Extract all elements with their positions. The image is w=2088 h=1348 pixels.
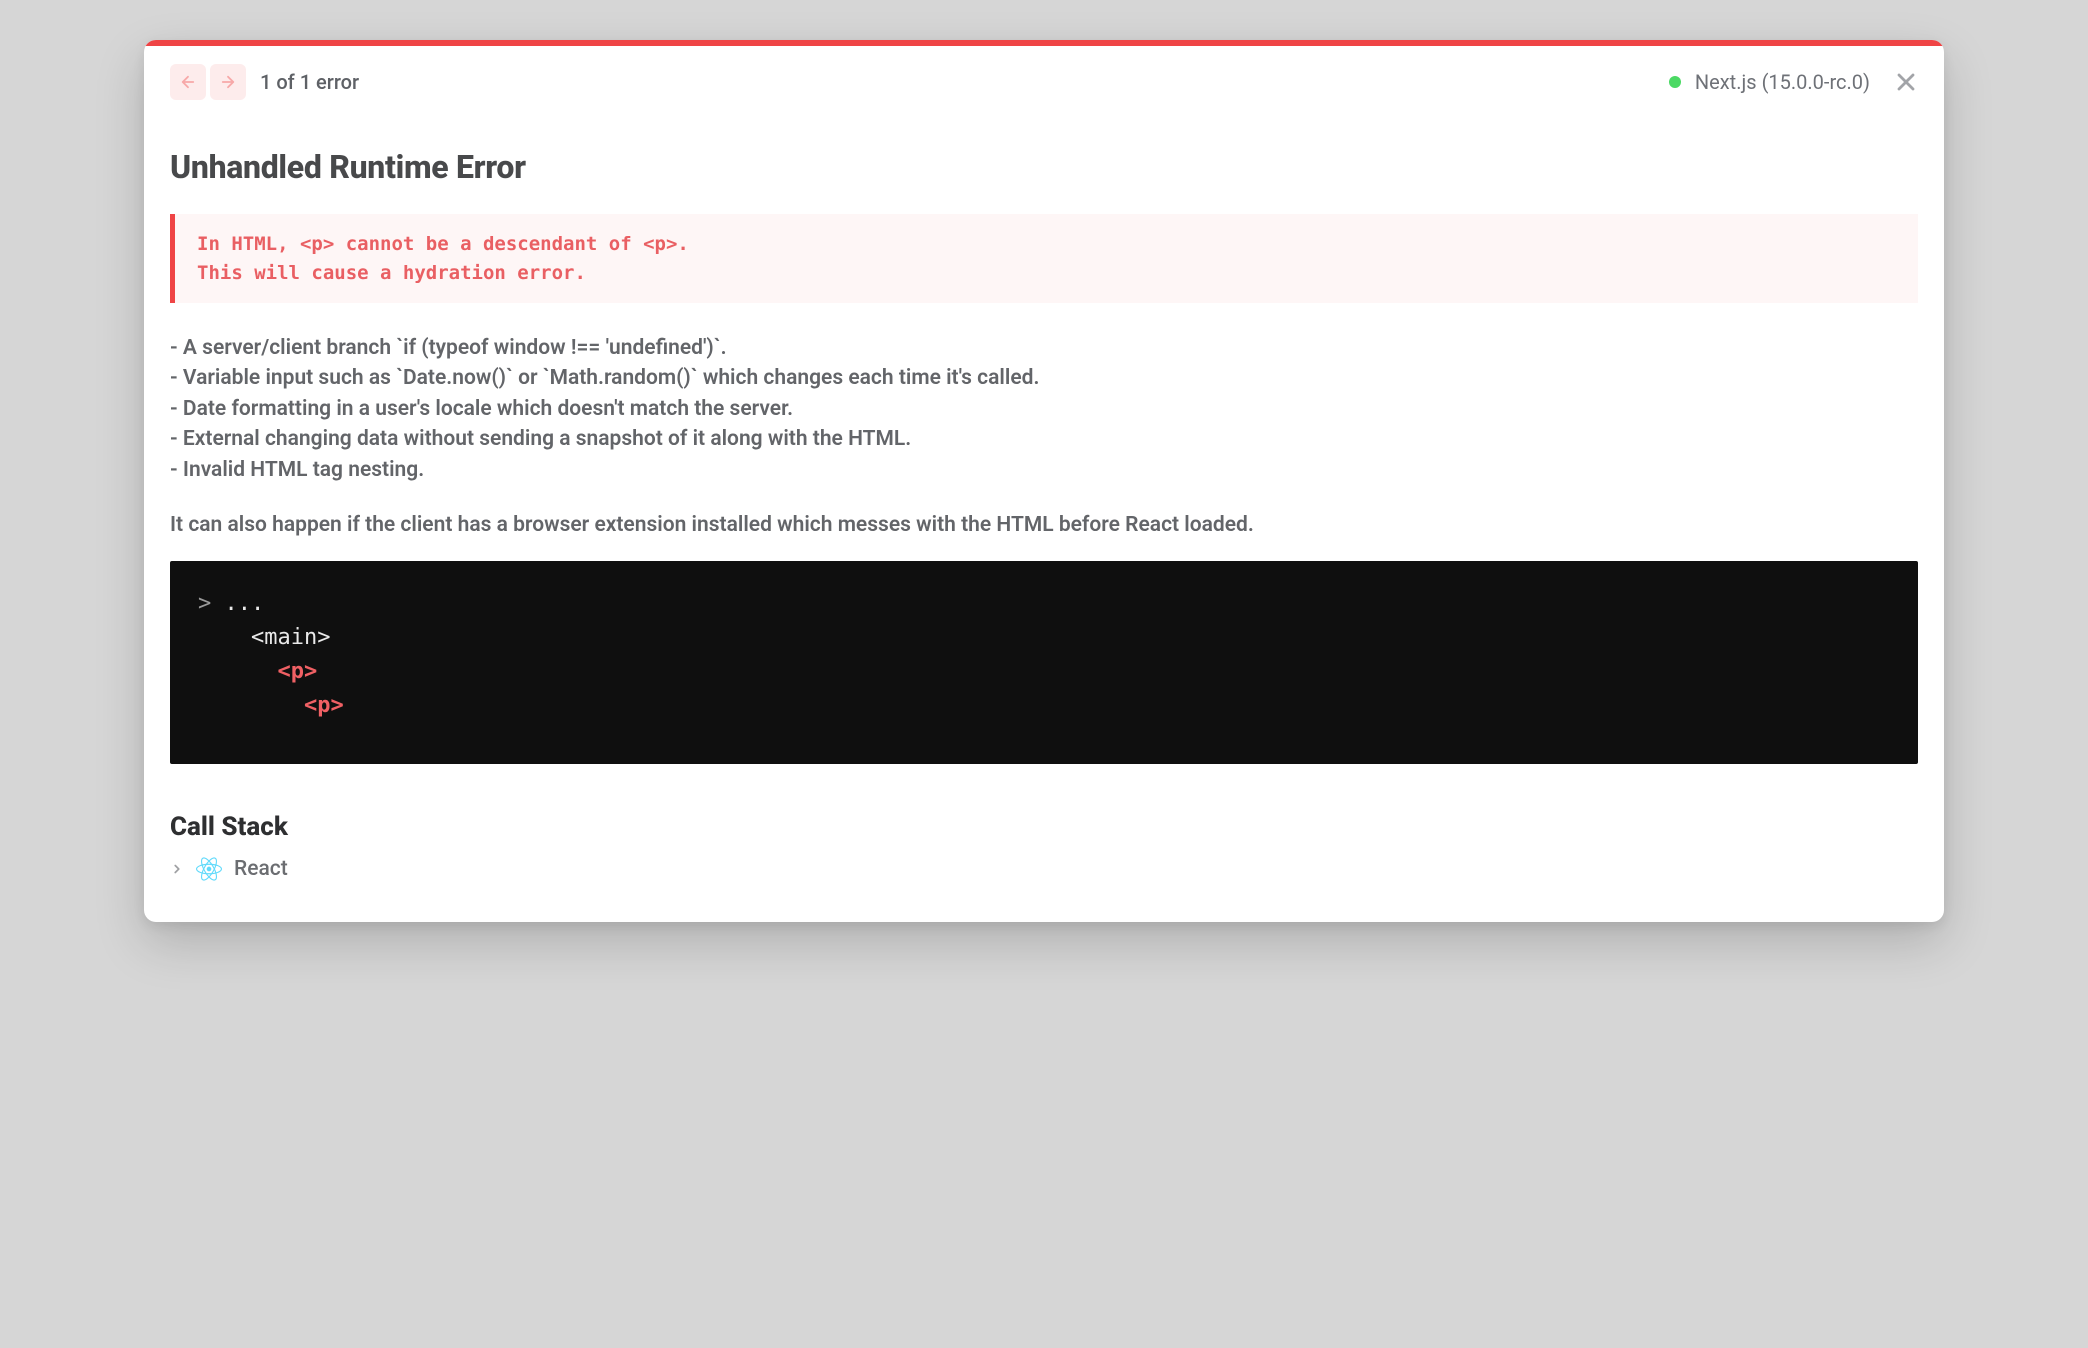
code-ellipsis: ... (225, 591, 265, 616)
prev-error-button[interactable] (170, 64, 206, 100)
chevron-right-icon (170, 862, 184, 876)
code-marker: > (198, 591, 225, 616)
status-dot-icon (1669, 76, 1681, 88)
error-title: Unhandled Runtime Error (170, 148, 1918, 186)
cause-item: - External changing data without sending… (170, 424, 1918, 454)
cause-item: - Variable input such as `Date.now()` or… (170, 363, 1918, 393)
close-button[interactable] (1894, 70, 1918, 94)
overlay-content: Unhandled Runtime Error In HTML, <p> can… (144, 100, 1944, 922)
error-overlay: 1 of 1 error Next.js (15.0.0-rc.0) Unhan… (144, 40, 1944, 922)
code-tag-p-outer: <p> (277, 659, 317, 684)
error-message-box: In HTML, <p> cannot be a descendant of <… (170, 214, 1918, 303)
cause-item: - A server/client branch `if (typeof win… (170, 333, 1918, 363)
close-icon (1894, 70, 1918, 94)
react-icon (196, 856, 222, 882)
call-stack-title: Call Stack (170, 812, 1918, 842)
cause-item: - Date formatting in a user's locale whi… (170, 394, 1918, 424)
framework-version-label: Next.js (15.0.0-rc.0) (1695, 70, 1870, 94)
stack-item-label: React (234, 857, 288, 881)
hydration-causes-list: - A server/client branch `if (typeof win… (170, 333, 1918, 485)
arrow-left-icon (179, 73, 197, 91)
code-tag-p-inner: <p> (304, 693, 344, 718)
error-nav (170, 64, 246, 100)
error-count-label: 1 of 1 error (260, 70, 359, 94)
call-stack-row[interactable]: React (170, 856, 1918, 882)
next-error-button[interactable] (210, 64, 246, 100)
component-stack-code: > ... <main> <p> <p> (170, 561, 1918, 763)
extra-note: It can also happen if the client has a b… (170, 513, 1918, 537)
arrow-right-icon (219, 73, 237, 91)
overlay-header: 1 of 1 error Next.js (15.0.0-rc.0) (144, 46, 1944, 100)
code-tag-main: <main> (251, 625, 330, 650)
cause-item: - Invalid HTML tag nesting. (170, 455, 1918, 485)
